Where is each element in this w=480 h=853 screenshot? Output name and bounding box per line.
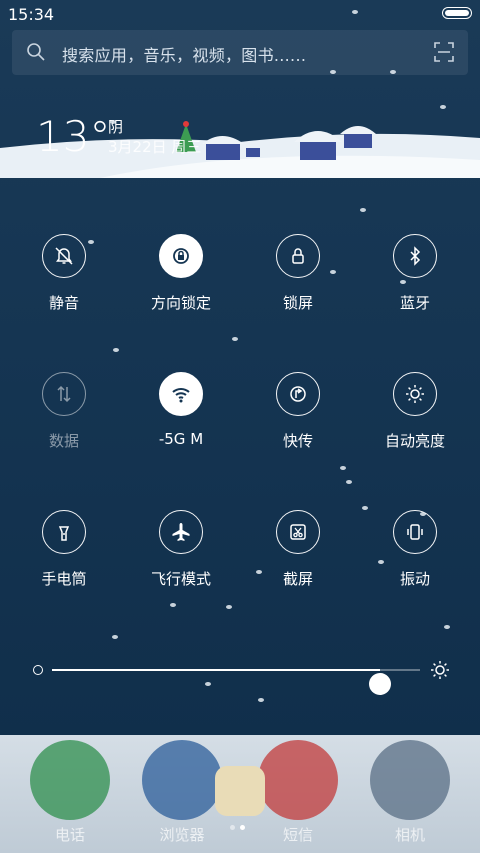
- toggle-label: 锁屏: [282, 294, 313, 312]
- snowflake: [330, 270, 336, 274]
- messages-santa-hat-icon: [258, 740, 338, 820]
- screenshot-icon: [276, 510, 320, 554]
- snowflake: [88, 240, 94, 244]
- toggle-label: -5G M: [158, 430, 204, 448]
- quick-transfer-icon: [276, 372, 320, 416]
- status-bar: 15:34: [0, 0, 480, 28]
- snowflake: [362, 506, 368, 510]
- weather-condition: 阴: [108, 118, 124, 136]
- brightness-low-icon: [33, 665, 43, 675]
- page-dot: [240, 825, 245, 830]
- toggle-label: 方向锁定: [150, 294, 211, 312]
- toggle-label: 自动亮度: [384, 432, 445, 450]
- snowflake: [170, 603, 176, 607]
- snowflake: [205, 682, 211, 686]
- snowflake: [110, 120, 116, 124]
- brightness-track[interactable]: [52, 669, 420, 695]
- mute-bell-icon: [42, 234, 86, 278]
- snowflake: [256, 570, 262, 574]
- dock-app-label: 短信: [282, 826, 313, 844]
- snowflake: [378, 560, 384, 564]
- snowflake: [440, 105, 446, 109]
- toggle-label: 静音: [48, 294, 79, 312]
- toggle-tile[interactable]: 手电筒: [9, 510, 119, 620]
- lock-icon: [276, 234, 320, 278]
- snowflake: [400, 280, 406, 284]
- toggle-tile[interactable]: 快传: [243, 372, 353, 482]
- toggle-tile[interactable]: 静音: [9, 234, 119, 344]
- toggle-label: 手电筒: [41, 570, 87, 588]
- snowflake: [258, 698, 264, 702]
- toggle-tile[interactable]: 方向锁定: [126, 234, 236, 344]
- snowflake: [360, 208, 366, 212]
- bluetooth-icon: [393, 234, 437, 278]
- browser-globe-icon: [142, 740, 222, 820]
- snowflake: [346, 480, 352, 484]
- phone-wreath-icon: [30, 740, 110, 820]
- snowflake: [112, 635, 118, 639]
- brightness-thumb[interactable]: [368, 673, 391, 695]
- search-bar[interactable]: 搜索应用，音乐，视频，图书......: [12, 30, 468, 75]
- camera-icon: [370, 740, 450, 820]
- airplane-icon: [159, 510, 203, 554]
- snowflake: [330, 70, 336, 74]
- toggle-tile[interactable]: -5G M: [126, 372, 236, 482]
- weather-widget[interactable]: 13° 阴 3月22日 周三: [0, 98, 480, 178]
- gingerbread-folder-icon[interactable]: [215, 766, 265, 816]
- battery-icon: [442, 7, 472, 19]
- weather-date: 3月22日 周三: [108, 138, 202, 156]
- snowflake: [340, 466, 346, 470]
- dock-app[interactable]: 短信: [258, 740, 338, 850]
- toggle-tile[interactable]: 蓝牙: [360, 234, 470, 344]
- toggle-tile[interactable]: 数据: [9, 372, 119, 482]
- status-time: 15:34: [8, 5, 55, 24]
- snowflake: [390, 70, 396, 74]
- snowflake: [232, 337, 238, 341]
- toggle-label: 数据: [48, 432, 79, 450]
- dock-app[interactable]: 浏览器: [142, 740, 222, 850]
- weather-temperature: 13°: [36, 112, 111, 161]
- toggle-tile[interactable]: 飞行模式: [126, 510, 236, 620]
- toggle-label: 振动: [399, 570, 430, 588]
- dock-app-label: 相机: [394, 826, 425, 844]
- brightness-high-icon: [431, 661, 449, 679]
- brightness-slider[interactable]: [30, 655, 454, 695]
- search-icon: [27, 43, 45, 61]
- toggle-tile[interactable]: 截屏: [243, 510, 353, 620]
- snowflake: [352, 10, 358, 14]
- toggle-tile[interactable]: 锁屏: [243, 234, 353, 344]
- dock-app-label: 浏览器: [159, 826, 205, 844]
- scan-icon[interactable]: [434, 42, 454, 62]
- snowflake: [113, 348, 119, 352]
- vibrate-icon: [393, 510, 437, 554]
- snowflake: [444, 625, 450, 629]
- page-indicator: [230, 825, 250, 831]
- page-dot: [230, 825, 235, 830]
- mobile-data-icon: [42, 372, 86, 416]
- search-placeholder: 搜索应用，音乐，视频，图书......: [62, 46, 307, 65]
- dock-app-label: 电话: [54, 826, 85, 844]
- wifi-icon: [159, 372, 203, 416]
- auto-brightness-icon: [393, 372, 437, 416]
- toggle-tile[interactable]: 振动: [360, 510, 470, 620]
- snowflake: [226, 605, 232, 609]
- flashlight-icon: [42, 510, 86, 554]
- toggle-label: 快传: [282, 432, 313, 450]
- dock-app[interactable]: 电话: [30, 740, 110, 850]
- rotation-lock-icon: [159, 234, 203, 278]
- dock-app[interactable]: 相机: [370, 740, 450, 850]
- brightness-track-fill: [52, 669, 380, 671]
- snowflake: [420, 512, 426, 516]
- toggle-label: 蓝牙: [399, 294, 430, 312]
- toggle-label: 飞行模式: [150, 570, 211, 588]
- toggle-tile[interactable]: 自动亮度: [360, 372, 470, 482]
